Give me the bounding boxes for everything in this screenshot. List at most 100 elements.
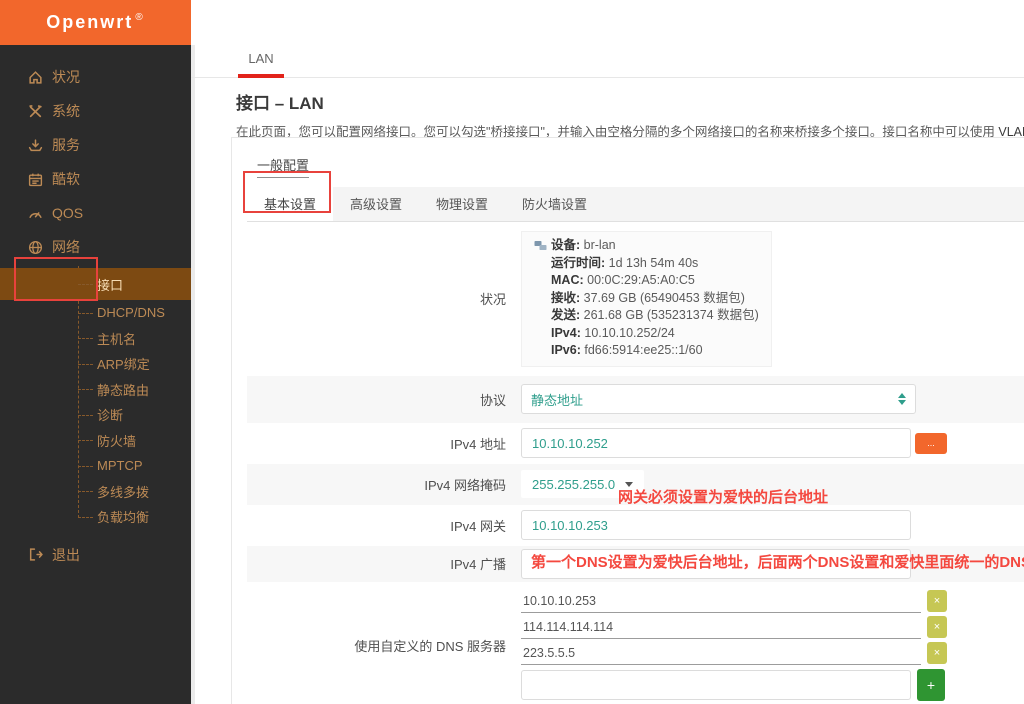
tree-dash	[78, 516, 93, 518]
ipv4-gateway-input[interactable]	[521, 510, 911, 540]
status-line: 发送: 261.68 GB (535231374 数据包)	[551, 308, 759, 322]
sidebar-item-interfaces[interactable]: 接口	[0, 268, 191, 300]
field-label: IPv4 地址	[450, 436, 506, 452]
tree-dash	[78, 284, 93, 285]
tree-dash	[78, 338, 93, 340]
sidebar-item-load-balancing[interactable]: 负载均衡	[0, 504, 191, 530]
sidebar-item-status[interactable]: 状况	[0, 60, 191, 94]
sidebar-item-logout[interactable]: 退出	[0, 538, 191, 572]
tree-dash	[78, 465, 93, 467]
remove-dns-button[interactable]: ×	[927, 642, 947, 664]
globe-icon	[28, 240, 43, 255]
home-icon	[28, 70, 43, 85]
sidebar-item-label: 服务	[52, 137, 80, 153]
network-submenu: 接口 DHCP/DNS 主机名 ARP绑定 静态路由 诊断 防火墙 MPTCP …	[0, 266, 191, 530]
tools-icon	[28, 104, 43, 119]
sidebar-item-label: 酷软	[52, 171, 80, 187]
sidebar-item-label: ARP绑定	[97, 357, 150, 373]
tab-physical-settings[interactable]: 物理设置	[419, 187, 505, 221]
tab-basic-settings[interactable]: 基本设置	[247, 187, 334, 221]
interface-status-box: 设备: br-lan 运行时间: 1d 13h 54m 40s MAC: 00:…	[521, 231, 772, 367]
dns-entry: ×	[521, 589, 947, 613]
main-content: LAN 接口 – LAN 在此页面，您可以配置网络接口。您可以勾选"桥接接口"，…	[191, 0, 1024, 704]
netmask-value: 255.255.255.0	[532, 476, 616, 492]
openwrt-logo[interactable]: Openwrt ®	[0, 0, 191, 45]
status-row: 状况 设备: br-lan 运行时间: 1d 13h 54m 40s MAC: …	[247, 222, 1024, 376]
sidebar-item-system[interactable]: 系统	[0, 94, 191, 128]
tree-dash	[78, 491, 93, 493]
status-line: 运行时间: 1d 13h 54m 40s	[551, 255, 699, 270]
sidebar-item-label: 系统	[52, 103, 80, 119]
ipv4-gateway-row: IPv4 网关	[247, 505, 1024, 546]
field-label: 使用自定义的 DNS 服务器	[354, 638, 506, 654]
sidebar-item-label: 主机名	[97, 331, 137, 347]
dns-new-entry: +	[521, 668, 947, 701]
tab-lan[interactable]: LAN	[238, 51, 284, 78]
sidebar-item-label: 负载均衡	[97, 510, 150, 526]
sidebar-item-label: 网络	[52, 239, 80, 255]
tree-dash	[78, 414, 93, 416]
field-label: IPv4 网关	[450, 518, 506, 534]
sidebar-item-network[interactable]: 网络	[0, 230, 191, 264]
dns-list: × × × +	[521, 589, 947, 701]
remove-dns-button[interactable]: ×	[927, 590, 947, 612]
browse-button[interactable]: ...	[915, 432, 947, 454]
dns-input-2[interactable]	[521, 615, 921, 639]
field-label: 状况	[479, 292, 506, 308]
sidebar-item-kusoft[interactable]: 酷软	[0, 162, 191, 196]
dns-input-3[interactable]	[521, 641, 921, 665]
ipv4-address-input[interactable]	[521, 428, 911, 458]
protocol-value: 静态地址	[531, 392, 584, 408]
remove-dns-button[interactable]: ×	[927, 616, 947, 638]
protocol-row: 协议 静态地址	[247, 375, 1024, 423]
add-dns-button[interactable]: +	[917, 668, 945, 701]
tab-advanced-settings[interactable]: 高级设置	[333, 187, 419, 221]
tab-firewall-settings[interactable]: 防火墙设置	[505, 187, 604, 221]
general-config-card: 一般配置 基本设置 高级设置 物理设置 防火墙设置 状况 设备: br-lan …	[231, 137, 1024, 704]
ipv4-address-row: IPv4 地址 ...	[247, 423, 1024, 464]
ipv4-netmask-select[interactable]: 255.255.255.0	[521, 470, 645, 498]
section-legend: 一般配置	[257, 155, 310, 178]
sidebar-item-label: 多线多拨	[97, 484, 150, 500]
sidebar-item-label: 诊断	[97, 408, 124, 424]
sidebar-item-arp-binding[interactable]: ARP绑定	[0, 351, 191, 377]
sidebar-item-label: 接口	[97, 277, 124, 293]
logout-icon	[28, 547, 43, 562]
sidebar-item-hostname[interactable]: 主机名	[0, 326, 191, 352]
field-label: IPv4 广播	[450, 557, 506, 572]
sidebar-item-firewall[interactable]: 防火墙	[0, 428, 191, 454]
dropdown-caret-icon	[625, 481, 634, 487]
config-tabs: 基本设置 高级设置 物理设置 防火墙设置	[247, 187, 1024, 222]
sidebar-item-diagnostics[interactable]: 诊断	[0, 402, 191, 428]
sidebar-item-multiwan[interactable]: 多线多拨	[0, 479, 191, 505]
download-icon	[28, 138, 43, 153]
sidebar-item-static-routes[interactable]: 静态路由	[0, 377, 191, 403]
sidebar-item-label: 退出	[52, 546, 80, 563]
sidebar-item-mptcp[interactable]: MPTCP	[0, 453, 191, 479]
bridge-icon	[534, 240, 547, 250]
dns-new-input[interactable]	[521, 669, 911, 700]
dns-entry: ×	[521, 641, 947, 665]
field-label: 协议	[479, 392, 506, 408]
logo-text: Openwrt	[46, 12, 134, 32]
tree-dash	[78, 312, 93, 314]
ipv4-broadcast-input[interactable]	[521, 548, 911, 579]
dns-input-1[interactable]	[521, 589, 921, 613]
sidebar: Openwrt ® 状况 系统 服务 酷软 QOS 网络 接口 DHCP/DNS…	[0, 0, 191, 704]
dns-row: 使用自定义的 DNS 服务器 × × ×	[247, 582, 1024, 704]
sidebar-item-qos[interactable]: QOS	[0, 196, 191, 230]
sidebar-item-label: MPTCP	[97, 458, 143, 474]
page-title: 接口 – LAN	[236, 94, 324, 113]
select-stepper-icon	[898, 393, 906, 405]
sidebar-item-dhcp-dns[interactable]: DHCP/DNS	[0, 300, 191, 326]
sidebar-item-label: 状况	[52, 69, 80, 85]
interface-tabbar: LAN	[191, 0, 1024, 78]
calendar-icon	[28, 172, 43, 187]
protocol-select[interactable]: 静态地址	[521, 384, 916, 414]
gauge-icon	[28, 206, 43, 221]
tree-dash	[78, 389, 93, 391]
interface-form: 状况 设备: br-lan 运行时间: 1d 13h 54m 40s MAC: …	[247, 222, 1024, 704]
sidebar-item-services[interactable]: 服务	[0, 128, 191, 162]
sidebar-menu: 状况 系统 服务 酷软 QOS 网络 接口 DHCP/DNS 主机名 ARP绑定…	[0, 45, 191, 572]
sidebar-item-label: DHCP/DNS	[97, 305, 165, 321]
